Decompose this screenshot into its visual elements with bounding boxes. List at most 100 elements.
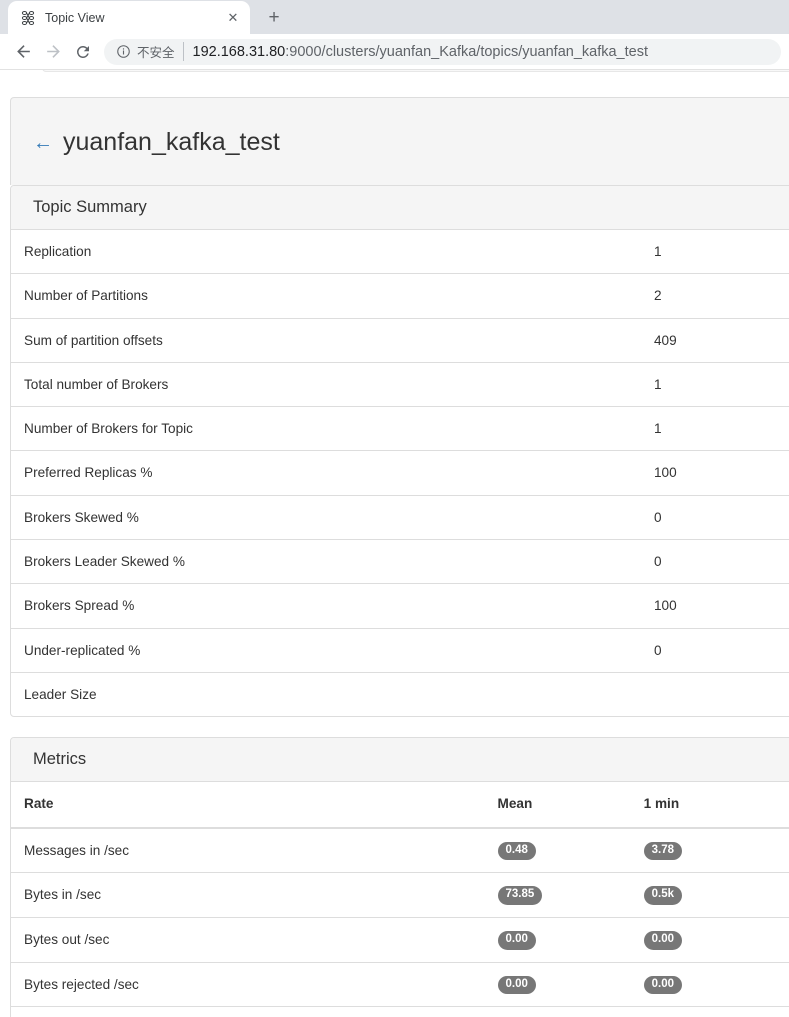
page-viewport: ← yuanfan_kafka_test Topic Summary Repli… (0, 70, 789, 1017)
summary-key: Preferred Replicas % (11, 450, 641, 496)
summary-value (641, 671, 789, 717)
topic-summary-table: Replication 1 Number of Partitions 2 Sum of … (11, 230, 789, 717)
page-container: ← yuanfan_kafka_test Topic Summary Repli… (10, 97, 789, 1017)
metric-rate-label: Failed fetch request /sec (11, 1006, 485, 1017)
metric-value-cell: 0.00 (776, 961, 789, 1007)
metrics-column-header: 5 min (776, 782, 789, 829)
metric-rate-label: Bytes in /sec (11, 872, 485, 918)
browser-window: Topic View ✕ + 不安全 192.168.31.80:9000/cl… (0, 0, 789, 1017)
browser-tab-topic-view[interactable]: Topic View ✕ (8, 1, 250, 34)
summary-key: Brokers Skewed % (11, 494, 641, 540)
metric-value-cell: 0.00 (630, 1006, 777, 1017)
kafka-cluster-nodes-icon (20, 10, 36, 26)
table-row: Preferred Replicas % 100 (11, 450, 789, 496)
metrics-column-header: Rate (11, 782, 485, 829)
summary-key: Number of Brokers for Topic (11, 406, 641, 451)
metrics-heading: Metrics (11, 738, 789, 783)
summary-value: 2 (641, 273, 789, 319)
topic-summary-heading: Topic Summary (11, 186, 789, 230)
metrics-column-header: Mean (484, 782, 631, 829)
summary-value: 409 (641, 317, 789, 363)
status-badge: 0.00 (643, 931, 683, 950)
close-icon[interactable]: ✕ (224, 9, 242, 27)
metric-value-cell: 0.00 (776, 1006, 789, 1017)
summary-key: Replication (24, 244, 92, 259)
metric-value-cell: 0.00 (630, 961, 777, 1007)
status-badge: 73.85 (497, 886, 543, 905)
metric-value-cell: 0.48 (484, 827, 631, 873)
status-badge: 0.5k (643, 886, 683, 905)
status-badge: 3.78 (643, 841, 683, 861)
reload-icon[interactable] (68, 37, 98, 67)
status-badge: 0.00 (497, 931, 536, 950)
metric-value-cell: 3.78 (630, 827, 777, 873)
summary-value: 1 (654, 244, 662, 259)
back-link-icon[interactable]: ← (33, 133, 53, 153)
metric-rate-label: Messages in /sec (11, 827, 485, 873)
summary-value: 100 (641, 583, 789, 629)
status-badge: 0.48 (497, 841, 536, 861)
forward-arrow-icon[interactable] (38, 37, 68, 67)
tab-strip: Topic View ✕ + (0, 0, 789, 34)
metric-rate-label: Bytes rejected /sec (11, 961, 485, 1007)
topic-header-panel: ← yuanfan_kafka_test (10, 97, 789, 185)
metric-value-cell: 0.00 (776, 916, 789, 963)
table-row: Leader Size (11, 671, 789, 717)
table-row: Replication 1 (11, 230, 789, 274)
metric-value-cell: 0.00 (484, 961, 631, 1007)
summary-key: Number of Partitions (11, 273, 641, 319)
summary-key: Total number of Brokers (11, 361, 641, 407)
back-arrow-icon[interactable] (8, 37, 38, 67)
topic-summary-panel: Topic Summary Replication 1 Number of Part… (10, 185, 789, 718)
metrics-title: Metrics (33, 750, 87, 769)
browser-toolbar: 不安全 192.168.31.80:9000/clusters/yuanfan_… (0, 34, 789, 70)
table-row: Brokers Skewed % 0 (11, 494, 789, 540)
metrics-table-header-row: RateMean1 min5 min15 min (11, 782, 789, 829)
topic-name: yuanfan_kafka_test (63, 128, 280, 156)
address-bar[interactable]: 不安全 192.168.31.80:9000/clusters/yuanfan_… (104, 38, 781, 65)
url-path: :9000/clusters/yuanfan_Kafka/topics/yuan… (285, 43, 648, 60)
metric-value-cell: 73.85 (484, 872, 631, 918)
summary-value: 0 (641, 539, 789, 584)
status-badge: 0.00 (497, 975, 536, 995)
summary-value: 1 (641, 361, 789, 407)
summary-value: 0 (641, 494, 789, 540)
table-row: Number of Partitions 2 (11, 273, 789, 319)
metric-value-cell: 1.11 (776, 827, 789, 873)
metrics-table: RateMean1 min5 min15 min Messages in /se… (11, 782, 789, 1017)
security-status-label: 不安全 (137, 42, 184, 61)
table-row: Bytes in /sec73.850.5k0.1k64.79 (11, 872, 789, 918)
summary-key: Sum of partition offsets (11, 317, 641, 363)
tab-title: Topic View (45, 10, 105, 25)
metric-rate-label: Bytes out /sec (11, 916, 485, 963)
metric-value-cell: 0.1k (776, 872, 789, 918)
metrics-column-header: 1 min (630, 782, 777, 829)
table-row: Failed fetch request /sec0.000.000.000.0… (11, 1006, 789, 1017)
table-row: Total number of Brokers 1 (11, 361, 789, 407)
metrics-panel: Metrics RateMean1 min5 min15 min Message… (10, 737, 789, 1017)
table-row: Number of Brokers for Topic 1 (11, 406, 789, 451)
address-bar-url: 192.168.31.80:9000/clusters/yuanfan_Kafk… (193, 44, 648, 60)
table-row: Sum of partition offsets 409 (11, 317, 789, 363)
summary-key: Brokers Spread % (11, 583, 641, 629)
metric-value-cell: 0.00 (484, 1006, 631, 1017)
table-row: Under-replicated % 0 (11, 627, 789, 673)
metric-value-cell: 0.00 (630, 916, 777, 963)
table-row: Messages in /sec0.483.781.110.54 (11, 827, 789, 873)
url-host: 192.168.31.80 (192, 43, 286, 60)
metric-value-cell: 0.5k (630, 872, 777, 918)
status-badge: 0.00 (643, 975, 683, 995)
table-row: Bytes rejected /sec0.000.000.000.00 (11, 961, 789, 1007)
info-circle-icon[interactable] (116, 44, 131, 59)
summary-value: 1 (641, 406, 789, 451)
page-title: ← yuanfan_kafka_test (33, 128, 789, 157)
metric-value-cell: 0.00 (484, 916, 631, 963)
table-row: Bytes out /sec0.000.000.000.00 (11, 916, 789, 963)
summary-value: 100 (641, 450, 789, 496)
summary-key: Under-replicated % (11, 627, 641, 673)
summary-value: 0 (641, 627, 789, 673)
summary-key: Leader Size (11, 671, 641, 717)
new-tab-button[interactable]: + (260, 3, 288, 31)
table-row: Brokers Spread % 100 (11, 583, 789, 629)
table-row: Brokers Leader Skewed % 0 (11, 539, 789, 584)
